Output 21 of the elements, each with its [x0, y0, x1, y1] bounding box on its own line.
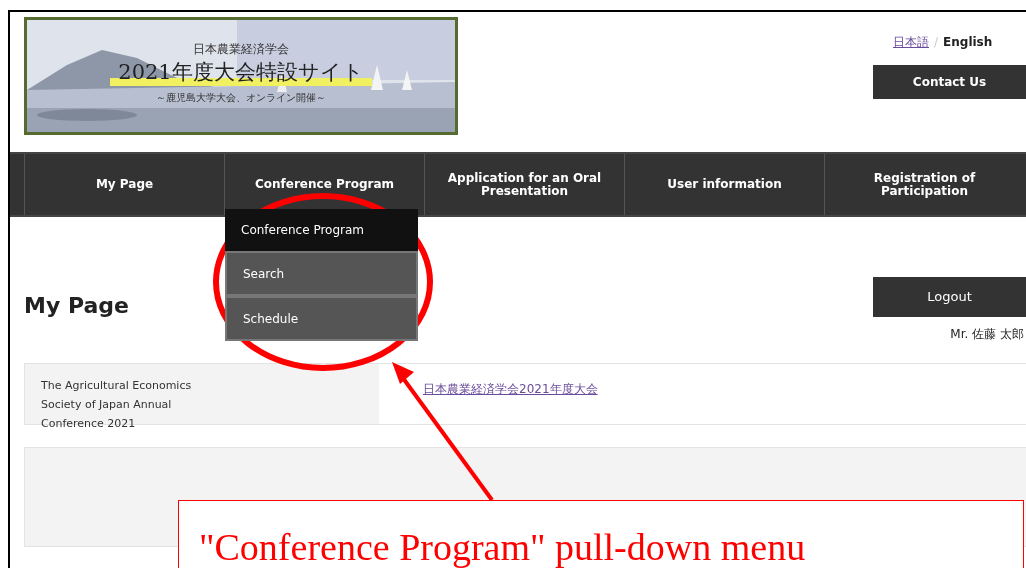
page-title: My Page	[24, 292, 129, 320]
separator: /	[934, 34, 939, 51]
nav-item[interactable]: User information	[667, 178, 782, 191]
nav-item[interactable]: Registration of Participation	[834, 171, 1015, 198]
dropdown-item[interactable]: Conference Program	[225, 209, 418, 251]
language-link[interactable]: English	[943, 33, 993, 51]
logout-button[interactable]: Logout	[873, 277, 1026, 317]
language-link[interactable]: 日本語	[893, 33, 929, 51]
banner-title: 2021年度大会特設サイト	[110, 58, 372, 86]
dropdown-item[interactable]: Schedule	[225, 296, 418, 341]
conference-name: The Agricultural Economics Society of Japan Annual Conference 2021	[41, 378, 193, 432]
annotation-text: "Conference Program" pull-down menu	[199, 526, 806, 568]
dropdown-item[interactable]: Search	[225, 251, 418, 296]
banner-subtitle: ～鹿児島大学大会、オンライン開催～	[156, 91, 326, 105]
nav-item[interactable]: My Page	[95, 178, 154, 191]
banner-subheading: 日本農業経済学会	[193, 41, 289, 58]
nav-item[interactable]: Conference Program	[254, 178, 395, 191]
user-name: Mr. 佐藤 太郎	[950, 326, 1025, 343]
contact-button[interactable]: Contact Us	[873, 65, 1026, 99]
conference-link[interactable]: 日本農業経済学会2021年度大会	[423, 382, 598, 396]
nav-item[interactable]: Application for an Oral Presentation	[434, 171, 615, 198]
